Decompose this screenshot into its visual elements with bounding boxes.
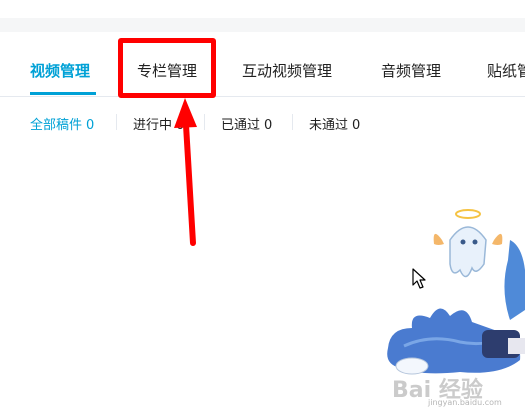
watermark-url: jingyan.baidu.com [428,398,502,407]
mouse-pointer-icon [412,268,426,289]
mascot-illustration [387,209,525,375]
